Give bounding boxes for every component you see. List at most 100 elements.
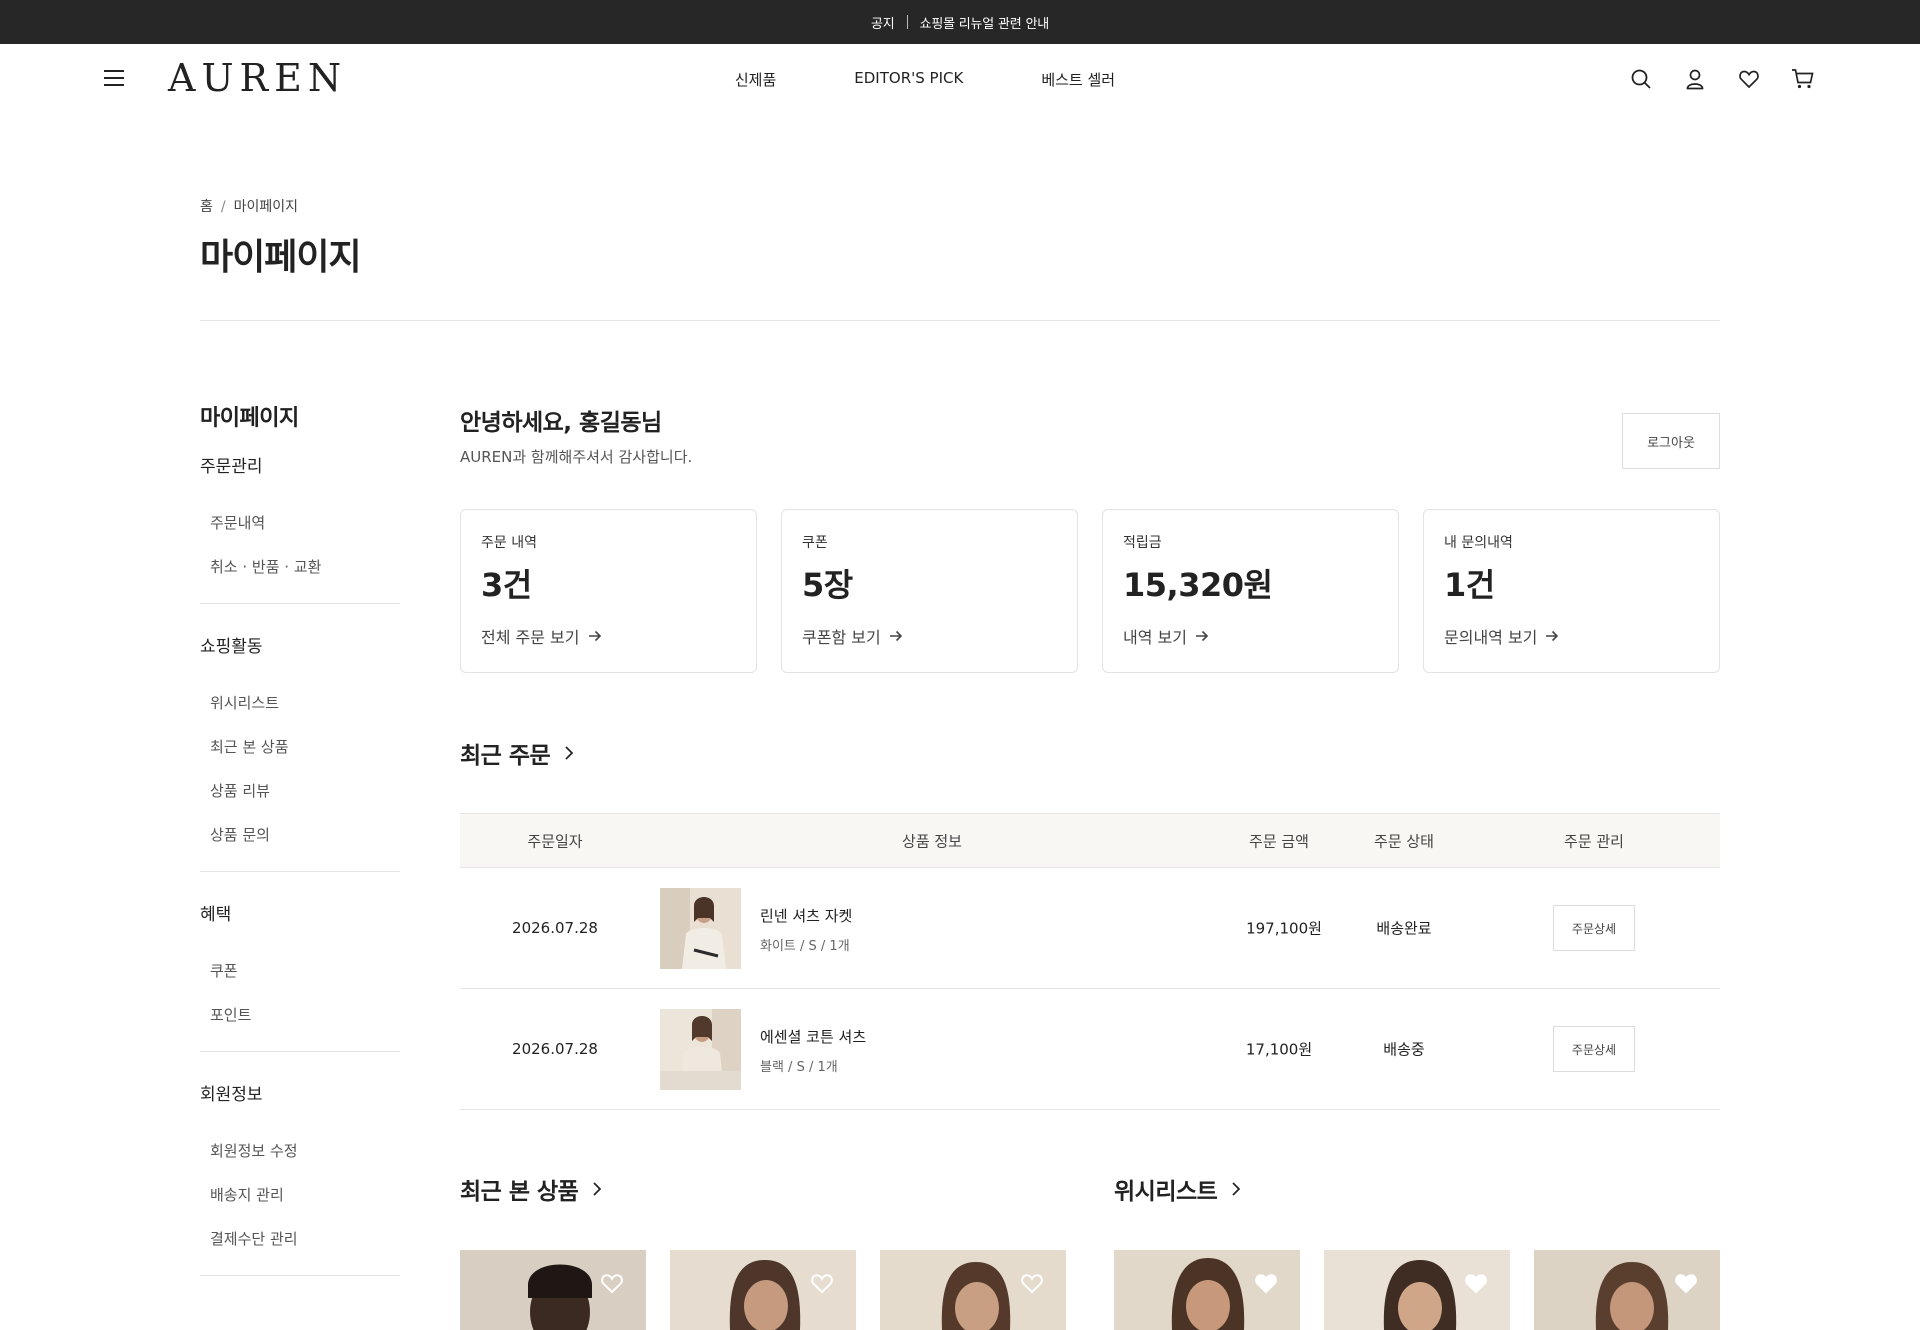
product-option: 화이트 / S / 1개 [760,939,850,954]
sidebar-group-shopping: 쇼핑활동 위시리스트 최근 본 상품 상품 리뷰 상품 문의 [200,632,400,872]
sidebar-group-title: 회원정보 [200,1085,263,1105]
order-status: 배송완료 [1376,919,1432,938]
stat-value: 5장 [802,566,853,604]
arrow-right-icon [1546,630,1559,642]
notice-label: 공지 [871,16,895,32]
table-row: 2026.07.28 에센셜 코튼 셔츠 블랙 / S / 1개 17,100원… [460,989,1720,1110]
order-amount: 197,100원 [1246,919,1322,938]
sidebar-group-title: 주문관리 [200,457,263,477]
recent-orders-title[interactable]: 최근 주문 [460,736,574,770]
column-header: 상품 정보 [902,832,962,850]
greeting-title: 안녕하세요, 홍길동님 [460,410,662,436]
notice-divider [906,15,908,29]
stat-card-orders: 주문 내역 3건 전체 주문 보기 [460,509,757,673]
product-card[interactable] [460,1250,646,1330]
wishlist-title[interactable]: 위시리스트 [1114,1172,1241,1206]
sidebar-item-coupons[interactable]: 쿠폰 [200,949,400,993]
view-points-history-link[interactable]: 내역 보기 [1123,624,1209,648]
summary-cards: 주문 내역 3건 전체 주문 보기 쿠폰 5장 쿠폰함 보기 적립금 15,32… [460,509,1720,673]
sidebar: 마이페이지 주문관리 주문내역 취소 · 반품 · 교환 쇼핑활동 위시리스트 … [200,400,400,1304]
section-title-text: 위시리스트 [1114,1179,1218,1205]
wishlist-heart-icon[interactable] [600,1272,624,1294]
stat-value: 1건 [1444,566,1495,604]
sidebar-item-product-qna[interactable]: 상품 문의 [200,813,400,857]
wishlist-heart-icon[interactable] [1020,1272,1044,1294]
sidebar-item-points[interactable]: 포인트 [200,993,400,1037]
column-header: 주문 금액 [1249,832,1309,850]
stat-link-label: 문의내역 보기 [1444,628,1538,647]
chevron-right-icon [1232,1182,1241,1196]
sidebar-group-title: 혜택 [200,905,232,925]
stat-link-label: 쿠폰함 보기 [802,628,881,647]
sidebar-item-wishlist[interactable]: 위시리스트 [200,681,400,725]
breadcrumb-home[interactable]: 홈 [200,199,213,215]
arrow-right-icon [588,630,601,642]
wishlist-heart-filled-icon[interactable] [1254,1272,1278,1294]
page-title: 마이페이지 [200,237,362,278]
table-row: 2026.07.28 린넨 셔츠 자켓 화이트 / S / 1개 197,100… [460,868,1720,989]
product-card[interactable] [1114,1250,1300,1330]
column-header: 주문일자 [527,832,583,850]
search-icon[interactable] [1628,66,1654,92]
breadcrumb-separator: / [220,199,226,215]
stat-value: 3건 [481,566,532,604]
user-icon[interactable] [1682,66,1708,92]
order-date: 2026.07.28 [512,1040,598,1058]
breadcrumb-current: 마이페이지 [233,199,299,215]
stat-card-inquiries: 내 문의내역 1건 문의내역 보기 [1423,509,1720,673]
sidebar-item-recently-viewed[interactable]: 최근 본 상품 [200,725,400,769]
wishlist-list [1114,1250,1720,1330]
recently-viewed-list [460,1250,1066,1330]
sidebar-group-orders: 주문관리 주문내역 취소 · 반품 · 교환 [200,452,400,604]
order-status: 배송중 [1383,1040,1425,1059]
section-title-text: 최근 주문 [460,743,551,769]
product-thumbnail[interactable] [660,888,741,969]
notice-bar[interactable]: 공지 쇼핑몰 리뉴얼 관련 안내 [0,0,1920,44]
product-name[interactable]: 에센셜 코튼 셔츠 [760,1026,866,1047]
product-card[interactable] [1324,1250,1510,1330]
product-card[interactable] [670,1250,856,1330]
sidebar-item-payment-methods[interactable]: 결제수단 관리 [200,1217,400,1261]
stat-card-points: 적립금 15,320원 내역 보기 [1102,509,1399,673]
nav-editors-pick[interactable]: EDITOR'S PICK [854,69,963,90]
sidebar-item-cancel-return[interactable]: 취소 · 반품 · 교환 [200,545,400,589]
product-thumbnail[interactable] [660,1009,741,1090]
product-card[interactable] [880,1250,1066,1330]
sidebar-group-title: 쇼핑활동 [200,637,263,657]
nav-new-arrivals[interactable]: 신제품 [735,69,776,90]
product-card[interactable] [1534,1250,1720,1330]
arrow-right-icon [889,630,902,642]
product-name[interactable]: 린넨 셔츠 자켓 [760,905,852,926]
view-inquiries-link[interactable]: 문의내역 보기 [1444,624,1559,648]
section-title-text: 최근 본 상품 [460,1179,579,1205]
order-detail-button[interactable]: 주문상세 [1553,1026,1635,1072]
sidebar-item-reviews[interactable]: 상품 리뷰 [200,769,400,813]
order-date: 2026.07.28 [512,919,598,937]
breadcrumb: 홈 / 마이페이지 [200,196,298,216]
nav-best-seller[interactable]: 베스트 셀러 [1041,69,1115,90]
wishlist-heart-filled-icon[interactable] [1464,1272,1488,1294]
sidebar-item-addresses[interactable]: 배송지 관리 [200,1173,400,1217]
stat-label: 쿠폰 [802,535,828,551]
sidebar-group-member: 회원정보 회원정보 수정 배송지 관리 결제수단 관리 [200,1080,400,1276]
arrow-right-icon [1195,630,1209,642]
stat-link-label: 내역 보기 [1123,628,1187,647]
column-header: 주문 관리 [1564,832,1624,850]
recently-viewed-title[interactable]: 최근 본 상품 [460,1172,602,1206]
stat-link-label: 전체 주문 보기 [481,628,580,647]
sidebar-item-edit-profile[interactable]: 회원정보 수정 [200,1129,400,1173]
stat-label: 내 문의내역 [1444,535,1513,551]
stat-card-coupons: 쿠폰 5장 쿠폰함 보기 [781,509,1078,673]
heart-icon[interactable] [1736,66,1762,92]
cart-icon[interactable] [1790,66,1816,92]
order-detail-button[interactable]: 주문상세 [1553,905,1635,951]
order-amount: 17,100원 [1245,1040,1313,1059]
view-coupons-link[interactable]: 쿠폰함 보기 [802,624,903,648]
wishlist-heart-filled-icon[interactable] [1674,1272,1698,1294]
wishlist-heart-icon[interactable] [810,1272,834,1294]
notice-text[interactable]: 쇼핑몰 리뉴얼 관련 안내 [920,13,1050,32]
table-header: 주문일자 상품 정보 주문 금액 주문 상태 주문 관리 [460,813,1720,868]
sidebar-item-order-history[interactable]: 주문내역 [200,501,400,545]
logout-button[interactable]: 로그아웃 [1622,413,1720,469]
view-all-orders-link[interactable]: 전체 주문 보기 [481,624,602,648]
